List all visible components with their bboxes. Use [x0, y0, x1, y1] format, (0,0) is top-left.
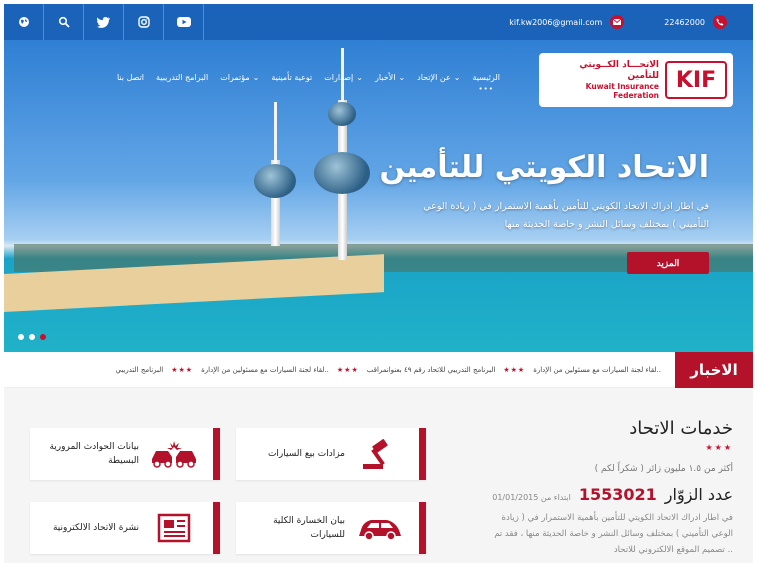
card-total-loss[interactable]: بيان الخسارة الكلية للسيارات — [236, 502, 426, 554]
twitter-icon[interactable] — [84, 4, 124, 40]
about-text: في اطار ادراك الاتحاد الكويتي للتأمين بأ… — [494, 513, 733, 556]
card-label: مزادات بيع السيارات — [267, 448, 345, 459]
contact-info: kif.kw2006@gmail.com 22462000 — [509, 15, 753, 29]
car-crash-icon — [149, 437, 199, 471]
nav-item-training[interactable]: البرامج التدريبية — [156, 73, 208, 82]
visitors-text: أكثر من ١.٥ مليون زائر ( شكراً لكم ) — [594, 464, 733, 474]
stars-divider: ★★★ — [705, 443, 733, 452]
visitor-counter: عدد الزوّار 1553021 ابتداء من 01/01/2015 — [492, 485, 733, 504]
news-item[interactable]: لقاء لجنة السيارات مع مسئولين من الإدارة… — [201, 366, 329, 374]
nav-label: مؤتمرات — [220, 73, 250, 82]
separator-icon: ★★★ — [171, 366, 194, 374]
slider-dot[interactable] — [29, 334, 35, 340]
card-traffic-accidents[interactable]: بيانات الحوادث المرورية البسيطة — [30, 428, 220, 480]
chevron-down-icon: ⌄ — [252, 73, 260, 82]
logo-english-text: Kuwait Insurance Federation — [585, 81, 659, 100]
services-section: خدمات الاتحاد ★★★ أكثر من ١.٥ مليون زائر… — [4, 388, 753, 563]
nav-label: اتصل بنا — [116, 73, 145, 82]
counter-since: ابتداء من 01/01/2015 — [492, 493, 571, 502]
logo-arabic-text: الاتحـــاد الكــويتي للتأمين — [579, 60, 659, 81]
phone-icon — [713, 15, 727, 29]
card-label: بيان الخسارة الكلية للسيارات — [273, 515, 345, 540]
logo-mark: KIF — [665, 61, 727, 99]
chevron-down-icon: ⌄ — [398, 73, 406, 82]
nav-label: عن الإتحاد — [417, 73, 451, 82]
services-title: خدمات الاتحاد — [629, 418, 733, 439]
chevron-down-icon: ⌄ — [453, 73, 461, 82]
nav-item-publications[interactable]: إصدارات ⌄ — [324, 73, 363, 82]
youtube-icon[interactable] — [164, 4, 204, 40]
news-item[interactable]: لقاء لجنة السيارات مع مسئولين من الإدارة… — [533, 366, 661, 374]
nav-label: البرامج التدريبية — [156, 73, 209, 82]
counter-value: 1553021 — [578, 485, 657, 504]
hero-title: الاتحاد الكويتي للتأمين — [379, 150, 709, 185]
news-item[interactable]: البرنامج التدريبي — [115, 366, 163, 374]
envelope-icon — [610, 15, 625, 29]
nav-label: الرئيسية — [472, 73, 500, 82]
nav-item-awareness[interactable]: توعية تأمينية — [271, 73, 312, 82]
nav-label: الأخبار — [374, 73, 396, 82]
nav-item-contact[interactable]: اتصل بنا — [117, 73, 144, 82]
hero-description: في اطار ادراك الاتحاد الكويتي للتأمين بأ… — [423, 201, 709, 231]
slider-dot-active[interactable] — [40, 334, 46, 340]
email-text[interactable]: kif.kw2006@gmail.com — [509, 18, 602, 27]
search-icon[interactable] — [44, 4, 84, 40]
newspaper-icon — [149, 511, 199, 545]
slider-dots — [18, 334, 46, 340]
nav-item-about[interactable]: عن الإتحاد ⌄ — [417, 73, 460, 82]
social-links — [4, 4, 204, 40]
card-car-auctions[interactable]: مزادات بيع السيارات — [236, 428, 426, 480]
nav-label: إصدارات — [324, 73, 354, 82]
top-bar: kif.kw2006@gmail.com 22462000 — [4, 4, 753, 40]
separator-icon: ★★★ — [336, 366, 359, 374]
slider-dot[interactable] — [18, 334, 24, 340]
card-label: نشرة الاتحاد الالكترونية — [52, 522, 139, 533]
nav-item-home[interactable]: الرئيسية — [472, 73, 500, 82]
instagram-icon[interactable] — [124, 4, 164, 40]
more-button[interactable]: المزيد — [627, 252, 709, 274]
nav-label: توعية تأمينية — [271, 73, 313, 82]
gavel-icon — [355, 437, 405, 471]
phone-text[interactable]: 22462000 — [664, 18, 705, 27]
globe-icon[interactable] — [4, 4, 44, 40]
card-label: بيانات الحوادث المرورية البسيطة — [49, 441, 139, 466]
nav-item-conferences[interactable]: مؤتمرات ⌄ — [220, 73, 259, 82]
main-nav: الرئيسية عن الإتحاد⌄ الأخبار⌄ إصدارات⌄ ت… — [50, 73, 500, 82]
news-ticker: الاخبار لقاء لجنة السيارات مع مسئولين من… — [4, 352, 753, 388]
news-track: لقاء لجنة السيارات مع مسئولين من الإدارة… — [115, 352, 661, 388]
nav-item-news[interactable]: الأخبار ⌄ — [375, 73, 405, 82]
news-label: الاخبار — [675, 352, 753, 388]
hero-slider: الاتحـــاد الكــويتي للتأمين Kuwait Insu… — [4, 40, 753, 352]
site-logo[interactable]: الاتحـــاد الكــويتي للتأمين Kuwait Insu… — [539, 53, 733, 107]
news-item[interactable]: البرنامج التدريبي للاتحاد رقم ٤٩ بعنوانم… — [367, 366, 496, 374]
counter-label: عدد الزوّار — [664, 485, 733, 504]
chevron-down-icon: ⌄ — [356, 73, 363, 82]
car-icon — [355, 511, 405, 545]
card-e-newsletter[interactable]: نشرة الاتحاد الالكترونية — [30, 502, 220, 554]
separator-icon: ★★★ — [503, 366, 526, 374]
